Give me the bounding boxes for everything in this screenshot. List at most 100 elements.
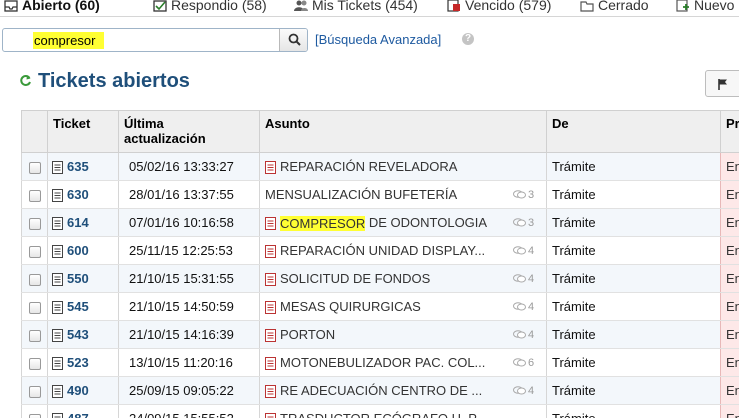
thread-count-value: 4: [528, 385, 535, 397]
column-updated[interactable]: Última actualización: [118, 110, 260, 153]
subject-cell: MESAS QUIRURGICAS 4: [259, 292, 547, 321]
table-row[interactable]: 600 25/11/15 12:25:53 REPARACIÓN UNIDAD DI…: [21, 236, 739, 265]
column-ticket[interactable]: Ticket: [47, 110, 119, 153]
row-select: [21, 348, 48, 377]
table-row[interactable]: 523 13/10/15 11:20:16 MOTONEBULIZADOR PAC.…: [21, 348, 739, 377]
row-checkbox[interactable]: [28, 357, 41, 370]
ticket-from: Trámite: [546, 236, 721, 265]
reply-icon: [153, 0, 167, 12]
search-button[interactable]: [279, 29, 307, 51]
row-checkbox[interactable]: [28, 161, 41, 174]
ticket-number[interactable]: 635: [67, 160, 89, 175]
ticket-icon: [52, 244, 63, 258]
ticket-subject[interactable]: SOLICITUD DE FONDOS: [280, 272, 430, 287]
row-checkbox[interactable]: [28, 301, 41, 314]
ticket-updated: 21/10/15 14:50:59: [118, 292, 260, 321]
ticket-subject[interactable]: REPARACIÓN UNIDAD DISPLAY...: [280, 244, 485, 259]
table-row[interactable]: 543 21/10/15 14:16:39 PORTON 4 TrámiteEn: [21, 320, 739, 349]
ticket-subject[interactable]: REPARACIÓN REVELADORA: [280, 160, 457, 175]
ticket-updated: 24/09/15 15:55:52: [118, 404, 260, 418]
row-checkbox[interactable]: [28, 217, 41, 230]
ticket-from: Trámite: [546, 404, 721, 418]
subject-cell: RE ADECUACIÓN CENTRO DE ... 4: [259, 376, 547, 405]
ticket-updated: 05/02/16 13:33:27: [118, 152, 260, 181]
tab-my-tickets[interactable]: Mis Tickets (454): [294, 0, 418, 14]
help-icon[interactable]: ?: [462, 33, 474, 45]
thread-count-value: 3: [528, 189, 535, 201]
ticket-icon: [52, 216, 63, 230]
search-input[interactable]: [3, 29, 280, 51]
tickets-table: Ticket Última actualización Asunto De Pr …: [21, 110, 739, 418]
table-row[interactable]: 545 21/10/15 14:50:59 MESAS QUIRURGICAS 4 Tr…: [21, 292, 739, 321]
ticket-number[interactable]: 543: [67, 328, 89, 343]
table-row[interactable]: 614 07/01/16 10:16:58 COMPRESOR DE ODONTOL…: [21, 208, 739, 237]
ticket-subject[interactable]: TRASDUCTOR ECÓGRAFO H. P...: [280, 412, 486, 418]
ticket-number[interactable]: 630: [67, 188, 89, 203]
comments-icon: [513, 358, 526, 367]
table-row[interactable]: 630 28/01/16 13:37:55 MENSUALIZACIÓN BUFET…: [21, 180, 739, 209]
thread-count: 4: [513, 329, 534, 341]
ticket-from: Trámite: [546, 348, 721, 377]
refresh-icon[interactable]: [19, 74, 32, 87]
row-checkbox[interactable]: [28, 385, 41, 398]
thread-count: 4: [513, 245, 534, 257]
attachment-icon: [265, 160, 276, 174]
row-checkbox[interactable]: [28, 245, 41, 258]
tab-open-label: Abierto (60): [22, 0, 100, 13]
ticket-cell: 635: [47, 152, 119, 181]
row-checkbox[interactable]: [28, 413, 41, 418]
tab-open[interactable]: Abierto (60): [4, 0, 100, 14]
ticket-subject[interactable]: MENSUALIZACIÓN BUFETERÍA: [265, 188, 457, 203]
column-priority[interactable]: Pr: [720, 110, 739, 153]
comments-icon: [513, 302, 526, 311]
ticket-subject[interactable]: PORTON: [280, 328, 335, 343]
subject-cell: REPARACIÓN UNIDAD DISPLAY... 4: [259, 236, 547, 265]
ticket-subject[interactable]: MESAS QUIRURGICAS: [280, 300, 421, 315]
ticket-priority: En: [720, 152, 739, 181]
thread-count: 4: [513, 385, 534, 397]
ticket-number[interactable]: 490: [67, 384, 89, 399]
tab-overdue[interactable]: Vencido (579): [447, 0, 551, 14]
tab-closed[interactable]: Cerrado: [580, 0, 649, 14]
table-row[interactable]: 550 21/10/15 15:31:55 SOLICITUD DE FONDOS 4…: [21, 264, 739, 293]
inbox-icon: [4, 0, 18, 12]
ticket-number[interactable]: 550: [67, 272, 89, 287]
comments-icon: [513, 246, 526, 255]
attachment-icon: [265, 412, 276, 418]
thread-count: 4: [513, 273, 534, 285]
table-row[interactable]: 487 24/09/15 15:55:52 TRASDUCTOR ECÓGRAFO …: [21, 404, 739, 418]
row-checkbox[interactable]: [28, 273, 41, 286]
column-from[interactable]: De: [546, 110, 721, 153]
thread-count-value: 3: [528, 217, 535, 229]
thread-count: 3: [513, 189, 534, 201]
tab-replied[interactable]: Respondio (58): [153, 0, 267, 14]
folder-icon: [580, 1, 594, 12]
ticket-icon: [52, 188, 63, 202]
ticket-priority: En: [720, 292, 739, 321]
tab-new[interactable]: Nuevo: [676, 0, 734, 14]
ticket-number[interactable]: 487: [67, 412, 89, 418]
ticket-number[interactable]: 614: [67, 216, 89, 231]
tab-overdue-label: Vencido (579): [465, 0, 552, 13]
ticket-subject[interactable]: RE ADECUACIÓN CENTRO DE ...: [280, 384, 482, 399]
ticket-number[interactable]: 600: [67, 244, 89, 259]
table-row[interactable]: 490 25/09/15 09:05:22 RE ADECUACIÓN CENTRO…: [21, 376, 739, 405]
column-subject[interactable]: Asunto: [259, 110, 547, 153]
row-checkbox[interactable]: [28, 329, 41, 342]
subject-match[interactable]: COMPRESOR: [280, 215, 366, 231]
overdue-icon: [447, 0, 460, 12]
ticket-number[interactable]: 523: [67, 356, 89, 371]
actions-button[interactable]: [705, 70, 739, 97]
table-row[interactable]: 635 05/02/16 13:33:27 REPARACIÓN REVELADOR…: [21, 152, 739, 181]
row-checkbox[interactable]: [28, 189, 41, 202]
column-updated-line1: Última: [124, 116, 164, 131]
tab-replied-label: Respondio (58): [171, 0, 267, 13]
ticket-subject[interactable]: DE ODONTOLOGIA: [365, 216, 487, 231]
row-select: [21, 208, 48, 237]
ticket-subject[interactable]: MOTONEBULIZADOR PAC. COL...: [280, 356, 485, 371]
ticket-from: Trámite: [546, 320, 721, 349]
advanced-search-link[interactable]: [Búsqueda Avanzada]: [315, 32, 441, 47]
ticket-priority: En: [720, 376, 739, 405]
ticket-number[interactable]: 545: [67, 300, 89, 315]
ticket-cell: 614: [47, 208, 119, 237]
